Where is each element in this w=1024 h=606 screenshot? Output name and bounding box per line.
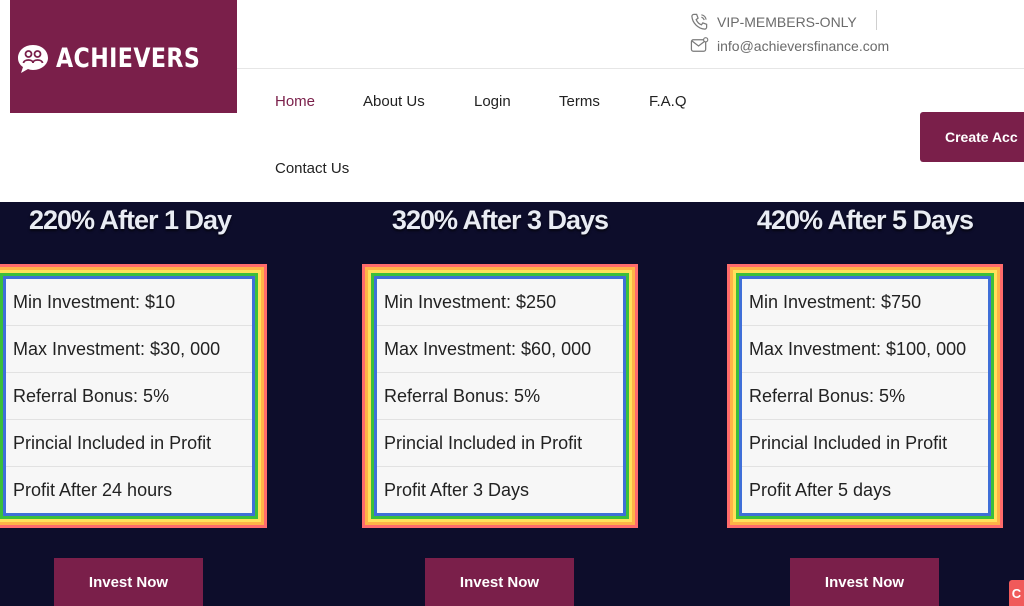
plan-details-table: Min Investment: $250 Max Investment: $60… <box>377 279 623 513</box>
plan-details-table: Min Investment: $10 Max Investment: $30,… <box>6 279 252 513</box>
chat-widget-button[interactable]: C <box>1009 580 1024 606</box>
nav-login[interactable]: Login <box>474 93 511 110</box>
plan-row-profit: Profit After 24 hours <box>13 480 173 500</box>
nav-terms[interactable]: Terms <box>559 93 600 110</box>
plan-row-min: Min Investment: $750 <box>742 279 988 326</box>
plan-card: Min Investment: $750 Max Investment: $10… <box>727 264 1003 528</box>
nav-about[interactable]: About Us <box>363 93 425 110</box>
plan-card: Min Investment: $250 Max Investment: $60… <box>362 264 638 528</box>
plan-title: 220% After 1 Day <box>28 205 232 235</box>
mail-icon <box>690 37 709 52</box>
plan-row-profit: Profit After 5 days <box>749 480 892 500</box>
plan-row-principal: Princial Included in Profit <box>742 420 988 467</box>
plan-row-profit: Profit After 3 Days <box>384 480 530 500</box>
plan-row-principal: Princial Included in Profit <box>6 420 252 467</box>
plan-card: Min Investment: $10 Max Investment: $30,… <box>0 264 267 528</box>
divider <box>876 10 877 30</box>
plan-title: 320% After 3 Days <box>391 205 609 235</box>
plan-row-min: Min Investment: $250 <box>377 279 623 326</box>
phone-icon <box>691 13 708 30</box>
plan-row-referral: Referral Bonus: 5% <box>6 373 252 420</box>
invest-now-button[interactable]: Invest Now <box>54 558 203 606</box>
logo[interactable]: ACHIEVERS <box>10 0 237 113</box>
invest-now-button[interactable]: Invest Now <box>790 558 939 606</box>
nav-faq[interactable]: F.A.Q <box>649 93 687 110</box>
plan-row-max: Max Investment: $30, 000 <box>6 326 252 373</box>
phone-contact: VIP-MEMBERS-ONLY <box>690 12 857 31</box>
investment-plans-section: 220% After 1 Day Min Investment: $10 Max… <box>0 202 1024 606</box>
plan-row-principal: Princial Included in Profit <box>377 420 623 467</box>
plan-row-max: Max Investment: $100, 000 <box>742 326 988 373</box>
email-contact[interactable]: info@achieversfinance.com <box>690 36 889 55</box>
invest-now-button[interactable]: Invest Now <box>425 558 574 606</box>
nav-contact[interactable]: Contact Us <box>275 160 349 177</box>
plan-row-min: Min Investment: $10 <box>6 279 252 326</box>
plan-details-table: Min Investment: $750 Max Investment: $10… <box>742 279 988 513</box>
group-chat-icon <box>17 44 48 73</box>
plan-row-referral: Referral Bonus: 5% <box>377 373 623 420</box>
plan-row-referral: Referral Bonus: 5% <box>742 373 988 420</box>
phone-label: VIP-MEMBERS-ONLY <box>717 13 857 30</box>
plan-row-max: Max Investment: $60, 000 <box>377 326 623 373</box>
email-link[interactable]: info@achieversfinance.com <box>717 38 889 54</box>
nav-home[interactable]: Home <box>275 93 315 110</box>
brand-name: ACHIEVERS <box>55 43 200 74</box>
plan-title: 420% After 5 Days <box>756 205 974 235</box>
header-divider <box>237 68 1024 69</box>
create-account-button[interactable]: Create Acc <box>920 112 1024 162</box>
